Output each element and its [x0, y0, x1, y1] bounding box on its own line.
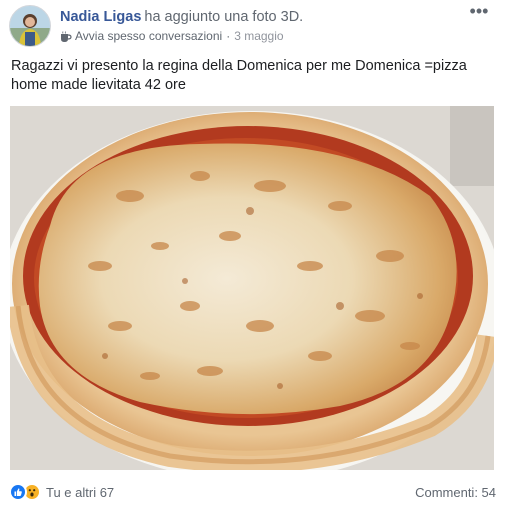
- post-action: ha aggiunto una foto 3D.: [144, 9, 304, 25]
- avatar[interactable]: [9, 5, 51, 47]
- more-options-button[interactable]: •••: [468, 2, 490, 21]
- coffee-cup-icon: [60, 30, 72, 43]
- post-caption: Ragazzi vi presento la regina della Dome…: [11, 58, 467, 93]
- author-name[interactable]: Nadia Ligas: [60, 9, 141, 25]
- like-icon: [9, 483, 27, 501]
- header-line: Nadia Ligas ha aggiunto una foto 3D.: [60, 8, 496, 26]
- post-header: Nadia Ligas ha aggiunto una foto 3D. Avvi…: [9, 2, 496, 49]
- pizza-photo: [10, 106, 494, 470]
- comments-count[interactable]: Commenti: 54: [415, 485, 496, 500]
- header-text: Nadia Ligas ha aggiunto una foto 3D. Avvi…: [60, 8, 496, 44]
- avatar-image: [10, 6, 50, 46]
- post-footer: Tu e altri 67 Commenti: 54: [9, 480, 496, 504]
- feed-post: Nadia Ligas ha aggiunto una foto 3D. Avvi…: [0, 0, 505, 512]
- reactions-count[interactable]: Tu e altri 67: [46, 485, 114, 500]
- post-meta: Avvia spesso conversazioni · 3 maggio: [60, 29, 496, 44]
- post-photo[interactable]: [10, 106, 494, 470]
- post-date[interactable]: 3 maggio: [234, 29, 283, 44]
- meta-separator: ·: [226, 29, 231, 43]
- reactions-summary[interactable]: Tu e altri 67: [9, 483, 114, 501]
- conversation-starter-badge[interactable]: Avvia spesso conversazioni: [75, 29, 222, 44]
